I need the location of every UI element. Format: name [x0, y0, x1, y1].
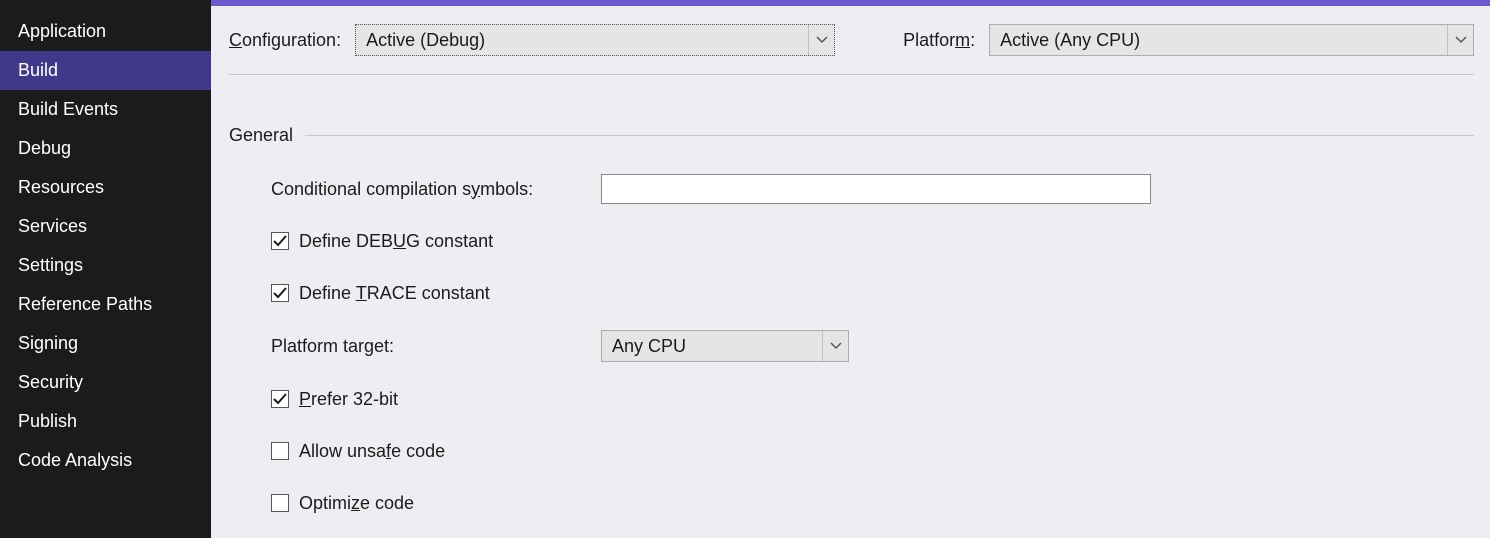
conditional-symbols-input[interactable]	[601, 174, 1151, 204]
chevron-down-icon	[808, 25, 834, 55]
sidebar-item-build[interactable]: Build	[0, 51, 211, 90]
allow-unsafe-label[interactable]: Allow unsafe code	[299, 441, 445, 462]
sidebar-item-label: Debug	[18, 138, 71, 158]
sidebar-item-label: Application	[18, 21, 106, 41]
sidebar-item-debug[interactable]: Debug	[0, 129, 211, 168]
sidebar-item-publish[interactable]: Publish	[0, 402, 211, 441]
define-debug-label[interactable]: Define DEBUG constant	[299, 231, 493, 252]
row-define-debug: Define DEBUG constant	[271, 226, 1474, 256]
prefer-32bit-checkbox[interactable]	[271, 390, 289, 408]
sidebar-item-signing[interactable]: Signing	[0, 324, 211, 363]
optimize-code-checkbox[interactable]	[271, 494, 289, 512]
row-conditional-symbols: Conditional compilation symbols:	[271, 174, 1474, 204]
configuration-dropdown[interactable]: Active (Debug)	[355, 24, 835, 56]
allow-unsafe-checkbox[interactable]	[271, 442, 289, 460]
sidebar: Application Build Build Events Debug Res…	[0, 0, 211, 538]
define-trace-checkbox[interactable]	[271, 284, 289, 302]
row-define-trace: Define TRACE constant	[271, 278, 1474, 308]
sidebar-item-build-events[interactable]: Build Events	[0, 90, 211, 129]
optimize-code-label[interactable]: Optimize code	[299, 493, 414, 514]
define-debug-checkbox[interactable]	[271, 232, 289, 250]
sidebar-item-label: Reference Paths	[18, 294, 152, 314]
sidebar-item-security[interactable]: Security	[0, 363, 211, 402]
sidebar-item-code-analysis[interactable]: Code Analysis	[0, 441, 211, 480]
platform-target-label: Platform target:	[271, 336, 601, 357]
platform-target-value: Any CPU	[612, 336, 822, 357]
chevron-down-icon	[1447, 25, 1473, 55]
sidebar-item-label: Publish	[18, 411, 77, 431]
sidebar-item-label: Signing	[18, 333, 78, 353]
sidebar-item-label: Build Events	[18, 99, 118, 119]
platform-label: Platform:	[903, 30, 975, 51]
sidebar-item-settings[interactable]: Settings	[0, 246, 211, 285]
platform-dropdown[interactable]: Active (Any CPU)	[989, 24, 1474, 56]
sidebar-item-label: Security	[18, 372, 83, 392]
build-page: Configuration: Active (Debug) Platform: …	[211, 0, 1490, 538]
sidebar-item-reference-paths[interactable]: Reference Paths	[0, 285, 211, 324]
sidebar-item-application[interactable]: Application	[0, 12, 211, 51]
row-prefer-32bit: Prefer 32-bit	[271, 384, 1474, 414]
sidebar-item-label: Build	[18, 60, 58, 80]
chevron-down-icon	[822, 331, 848, 361]
define-trace-label[interactable]: Define TRACE constant	[299, 283, 490, 304]
conditional-symbols-label: Conditional compilation symbols:	[271, 179, 601, 200]
row-platform-target: Platform target: Any CPU	[271, 330, 1474, 362]
config-platform-row: Configuration: Active (Debug) Platform: …	[229, 6, 1474, 75]
row-allow-unsafe: Allow unsafe code	[271, 436, 1474, 466]
sidebar-item-label: Services	[18, 216, 87, 236]
sidebar-item-label: Code Analysis	[18, 450, 132, 470]
sidebar-item-resources[interactable]: Resources	[0, 168, 211, 207]
general-form: Conditional compilation symbols: Define …	[229, 146, 1474, 518]
sidebar-item-label: Resources	[18, 177, 104, 197]
prefer-32bit-label[interactable]: Prefer 32-bit	[299, 389, 398, 410]
section-title: General	[229, 125, 293, 146]
section-divider	[305, 135, 1474, 136]
row-optimize-code: Optimize code	[271, 488, 1474, 518]
section-general: General	[229, 125, 1474, 146]
platform-target-dropdown[interactable]: Any CPU	[601, 330, 849, 362]
sidebar-item-services[interactable]: Services	[0, 207, 211, 246]
configuration-label: Configuration:	[229, 30, 341, 51]
sidebar-item-label: Settings	[18, 255, 83, 275]
configuration-value: Active (Debug)	[366, 30, 808, 51]
platform-value: Active (Any CPU)	[1000, 30, 1447, 51]
